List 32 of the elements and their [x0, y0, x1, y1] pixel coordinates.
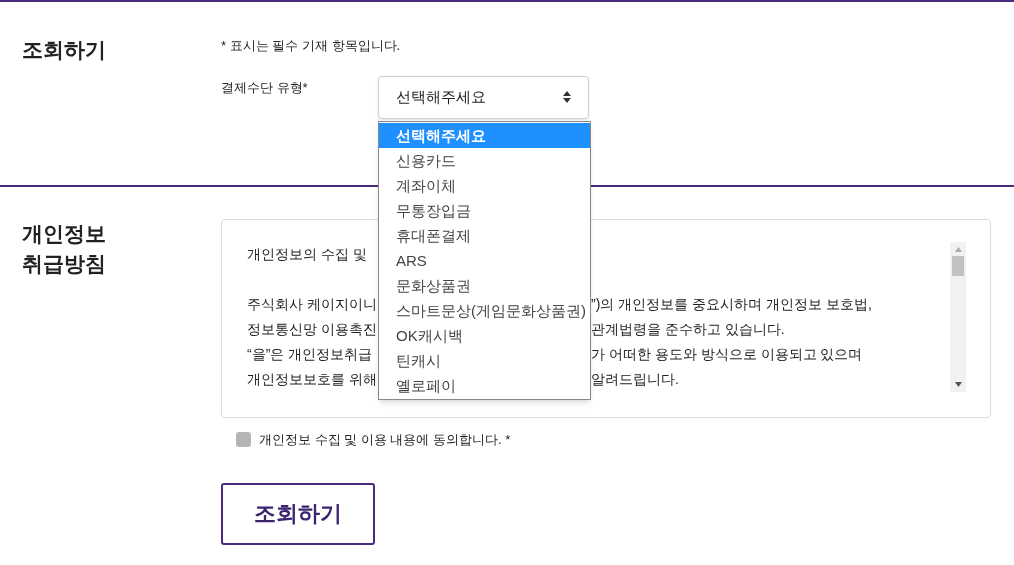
consent-label: 개인정보 수집 및 이용 내용에 동의합니다. * — [259, 431, 511, 449]
dropdown-option[interactable]: 휴대폰결제 — [379, 223, 590, 248]
policy-text: 개인정보의 수집 및 — [247, 246, 367, 262]
payment-type-select[interactable]: 선택해주세요 — [378, 75, 589, 119]
dropdown-option[interactable]: ARS — [379, 248, 590, 273]
sort-arrows-icon — [563, 91, 571, 103]
policy-text: 가 어떠한 용도와 방식으로 이용되고 있으며 — [591, 345, 863, 364]
section-heading: 개인정보 취급방침 — [21, 221, 107, 277]
dropdown-option[interactable]: 옐로페이 — [379, 373, 590, 398]
dropdown-option[interactable]: 계좌이체 — [379, 173, 590, 198]
policy-text: ”)의 개인정보를 중요시하며 개인정보 보호법, — [591, 295, 872, 314]
scrollbar-thumb[interactable] — [952, 256, 964, 276]
policy-text: 관계법령을 준수하고 있습니다. — [591, 320, 785, 339]
required-note: * 표시는 필수 기재 항목입니다. — [221, 37, 402, 55]
dropdown-option[interactable]: OK캐시백 — [379, 323, 590, 348]
policy-text: 개인정보보호를 위해 — [247, 371, 377, 387]
field-label: 결제수단 유형* — [221, 78, 309, 97]
policy-text: 주식회사 케이지이니 — [247, 296, 377, 312]
policy-text: 알려드립니다. — [591, 370, 679, 389]
dropdown-option[interactable]: 신용카드 — [379, 148, 590, 173]
policy-text: 정보통신망 이용촉진 — [247, 321, 377, 337]
scrollbar[interactable] — [950, 242, 966, 392]
down-arrow-icon — [954, 382, 962, 387]
dropdown-option[interactable]: 틴캐시 — [379, 348, 590, 373]
policy-text: “을”은 개인정보취급 — [247, 346, 373, 362]
search-button[interactable]: 조회하기 — [221, 482, 375, 545]
dropdown-option[interactable]: 스마트문상(게임문화상품권) — [379, 298, 590, 323]
dropdown-option[interactable]: 무통장입금 — [379, 198, 590, 223]
consent-checkbox[interactable] — [236, 432, 251, 448]
dropdown-option[interactable]: 문화상품권 — [379, 273, 590, 298]
section-heading: 조회하기 — [21, 37, 107, 63]
up-arrow-icon — [954, 247, 962, 252]
